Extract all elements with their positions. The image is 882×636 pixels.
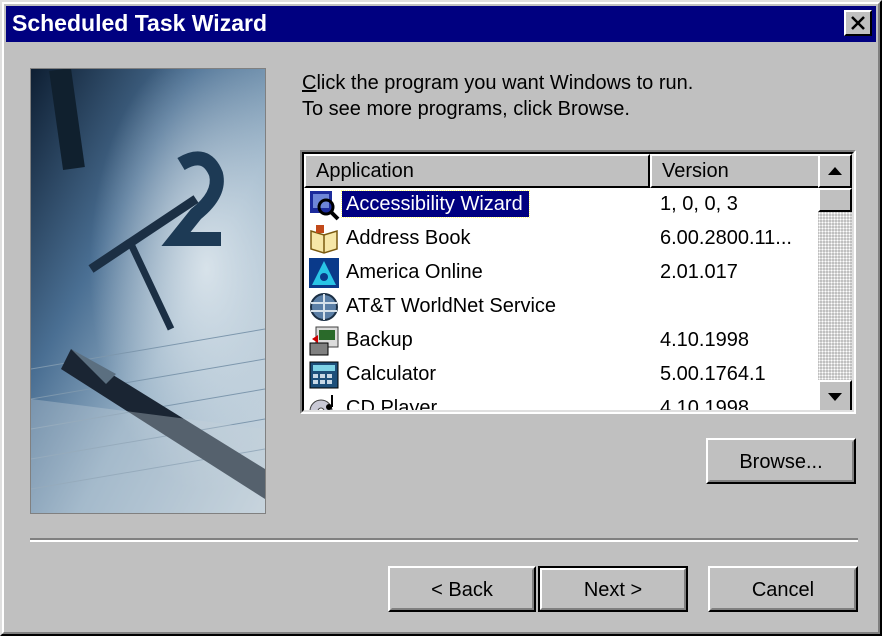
instruction-line-2: To see more programs, click Browse. <box>302 98 630 120</box>
arrow-down-icon <box>828 393 842 401</box>
calculator-icon <box>308 359 340 391</box>
window-title: Scheduled Task Wizard <box>12 10 267 36</box>
browse-button[interactable]: Browse... <box>706 438 856 484</box>
scroll-thumb[interactable] <box>818 188 852 212</box>
app-name: CD Player <box>346 397 438 412</box>
app-name: Calculator <box>346 363 437 385</box>
back-button[interactable]: < Back <box>388 566 536 612</box>
close-icon <box>851 16 865 30</box>
backup-icon <box>308 325 340 357</box>
title-bar[interactable]: Scheduled Task Wizard <box>6 6 876 42</box>
app-version: 1, 0, 0, 3 <box>660 193 738 215</box>
clock-pen-illustration <box>31 69 265 513</box>
app-version: 4.10.1998 <box>660 329 749 351</box>
accessibility-icon <box>308 189 340 221</box>
column-header-version[interactable]: Version <box>650 154 820 188</box>
program-list-inner: Application Version Accessibility Wizard… <box>302 152 854 412</box>
app-name: AT&T WorldNet Service <box>346 295 557 317</box>
separator-line <box>30 538 858 542</box>
aol-icon <box>308 257 340 289</box>
app-version: 6.00.2800.11... <box>660 227 792 249</box>
list-item[interactable]: AT&T WorldNet Service <box>304 290 820 324</box>
wizard-illustration <box>30 68 266 514</box>
program-rows: Accessibility Wizard 1, 0, 0, 3 Address … <box>304 188 820 412</box>
instruction-accel-key: C <box>302 72 317 94</box>
list-item[interactable]: Accessibility Wizard 1, 0, 0, 3 <box>304 188 820 222</box>
globe-icon <box>308 291 340 323</box>
list-item[interactable]: Address Book 6.00.2800.11... <box>304 222 820 256</box>
cd-player-icon <box>308 393 340 410</box>
column-header-application[interactable]: Application <box>304 154 650 188</box>
program-list[interactable]: Application Version Accessibility Wizard… <box>300 150 856 414</box>
back-button-label: < Back <box>431 579 493 601</box>
app-version: 4.10.1998 <box>660 397 749 412</box>
list-item[interactable]: America Online 2.01.017 <box>304 256 820 290</box>
scroll-down-button[interactable] <box>818 380 852 410</box>
scroll-track[interactable] <box>818 188 852 380</box>
app-name: Backup <box>346 329 413 351</box>
cancel-button-label: Cancel <box>751 579 815 601</box>
next-button[interactable]: Next > <box>538 566 688 612</box>
cancel-button[interactable]: Cancel <box>708 566 858 612</box>
wizard-window: Scheduled Task Wizard Click the program … <box>0 0 882 636</box>
instructions: Click the program you want Windows to ru… <box>302 70 693 122</box>
instruction-line-1: Click the program you want Windows to ru… <box>302 70 693 96</box>
app-name: Accessibility Wizard <box>341 190 530 218</box>
address-book-icon <box>308 223 340 255</box>
app-name: Address Book <box>346 227 471 249</box>
arrow-up-icon <box>828 167 842 175</box>
vertical-scrollbar[interactable] <box>818 154 852 410</box>
list-item[interactable]: Backup 4.10.1998 <box>304 324 820 358</box>
app-version: 5.00.1764.1 <box>660 363 766 385</box>
app-name: America Online <box>346 261 483 283</box>
list-item[interactable]: Calculator 5.00.1764.1 <box>304 358 820 392</box>
app-version: 2.01.017 <box>660 261 738 283</box>
close-button[interactable] <box>844 10 872 36</box>
list-item[interactable]: CD Player 4.10.1998 <box>304 392 820 412</box>
browse-button-label: Browse... <box>739 451 823 473</box>
instruction-line-1-text: lick the program you want Windows to run… <box>316 72 694 94</box>
next-button-label: Next > <box>583 579 643 601</box>
scroll-up-button[interactable] <box>818 154 852 188</box>
